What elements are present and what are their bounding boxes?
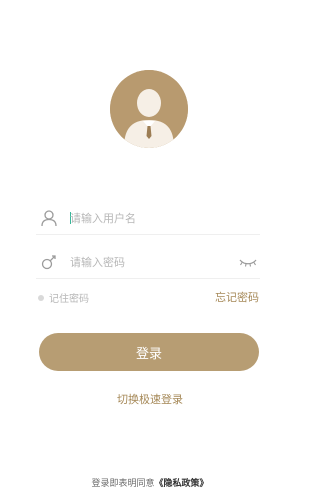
key-icon [41, 255, 56, 270]
privacy-notice: 登录即表明同意《隐私政策》 [0, 476, 300, 489]
forgot-password-link[interactable]: 忘记密码 [215, 289, 259, 305]
eye-closed-icon[interactable] [238, 255, 258, 269]
login-screen: 记住密码 忘记密码 登录 切换极速登录 登录即表明同意《隐私政策》 [0, 0, 300, 503]
options-row: 记住密码 忘记密码 [36, 289, 260, 307]
avatar [110, 70, 188, 148]
privacy-policy-link[interactable]: 《隐私政策》 [155, 479, 209, 489]
user-avatar-icon [110, 70, 188, 148]
privacy-prefix: 登录即表明同意 [91, 479, 155, 489]
password-field [36, 246, 260, 279]
switch-quick-login-link[interactable]: 切换极速登录 [0, 391, 300, 407]
login-button[interactable]: 登录 [39, 333, 259, 371]
remember-label[interactable]: 记住密码 [49, 290, 89, 305]
username-input[interactable] [70, 208, 220, 228]
password-input[interactable] [70, 252, 220, 272]
user-icon [41, 210, 57, 227]
username-field [36, 202, 260, 235]
remember-checkbox[interactable] [38, 295, 44, 301]
